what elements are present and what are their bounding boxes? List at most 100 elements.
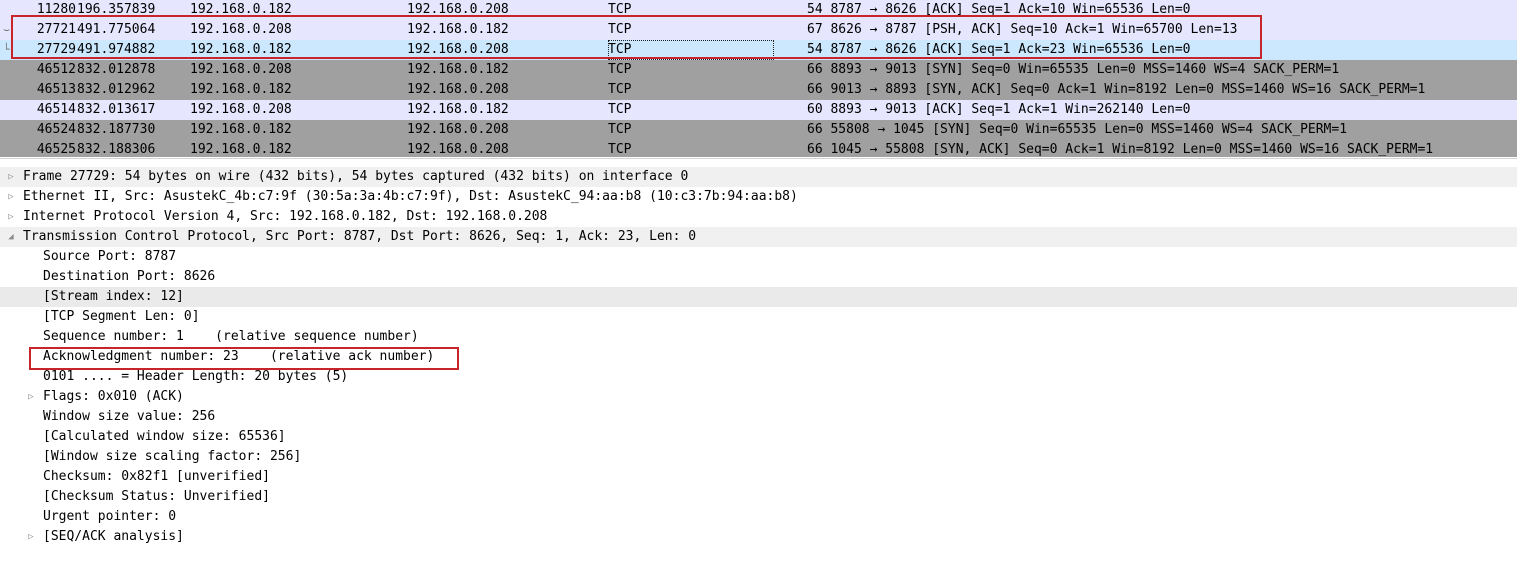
packet-protocol: TCP <box>608 22 632 37</box>
detail-tree-item[interactable]: Window size value: 256 <box>0 407 1517 427</box>
packet-source: 192.168.0.208 <box>190 22 292 37</box>
packet-number: 46514 <box>36 102 76 117</box>
detail-tree-item[interactable]: Acknowledgment number: 23 (relative ack … <box>0 347 1517 367</box>
packet-source: 192.168.0.208 <box>190 102 292 117</box>
packet-destination: 192.168.0.182 <box>407 22 509 37</box>
packet-destination: 192.168.0.182 <box>407 102 509 117</box>
packet-row[interactable]: 46513 832.012962 192.168.0.182 192.168.0.20… <box>0 80 1517 100</box>
packet-time: 832.012878 <box>77 62 156 77</box>
packet-protocol: TCP <box>608 62 632 77</box>
packet-number: 46524 <box>36 122 76 137</box>
detail-tree-item[interactable]: Source Port: 8787 <box>0 247 1517 267</box>
packet-destination: 192.168.0.208 <box>407 82 509 97</box>
tree-collapsed-icon[interactable]: ▷ <box>4 207 18 227</box>
packet-protocol: TCP <box>608 2 632 17</box>
detail-tree-item[interactable]: ▷ Ethernet II, Src: AsustekC_4b:c7:9f (30… <box>0 187 1517 207</box>
packet-source: 192.168.0.208 <box>190 62 292 77</box>
packet-row[interactable]: 46512 832.012878 192.168.0.208 192.168.0.18… <box>0 60 1517 80</box>
packet-list: 11280 196.357839 192.168.0.182 192.168.0.20… <box>0 0 1517 157</box>
detail-tree-item[interactable]: [Checksum Status: Unverified] <box>0 487 1517 507</box>
detail-tree-item[interactable]: ▷ [SEQ/ACK analysis] <box>0 527 1517 547</box>
packet-source: 192.168.0.182 <box>190 42 292 57</box>
tree-expanded-icon[interactable]: ◢ <box>4 227 18 247</box>
packet-row[interactable]: 46525 832.188306 192.168.0.182 192.168.0.20… <box>0 140 1517 157</box>
packet-row[interactable]: └ 27729 491.974882 192.168.0.182 192.168.0.2… <box>0 40 1517 60</box>
detail-tree-label: [SEQ/ACK analysis] <box>43 529 184 544</box>
detail-tree-item[interactable]: Sequence number: 1 (relative sequence nu… <box>0 327 1517 347</box>
packet-row[interactable]: ⌣ 27721 491.775064 192.168.0.208 192.168.0.1… <box>0 20 1517 40</box>
packet-source: 192.168.0.182 <box>190 122 292 137</box>
detail-tree-label: Flags: 0x010 (ACK) <box>43 389 184 404</box>
detail-tree-item[interactable]: Urgent pointer: 0 <box>0 507 1517 527</box>
packet-time: 832.013617 <box>77 102 156 117</box>
detail-tree-label: [Window size scaling factor: 256] <box>43 449 302 464</box>
packet-source: 192.168.0.182 <box>190 2 292 17</box>
detail-tree-item[interactable]: [TCP Segment Len: 0] <box>0 307 1517 327</box>
packet-number: 27721 <box>36 22 76 37</box>
packet-row[interactable]: 11280 196.357839 192.168.0.182 192.168.0.20… <box>0 0 1517 20</box>
detail-tree-label: [Stream index: 12] <box>43 289 184 304</box>
packet-info: 66 8893 → 9013 [SYN] Seq=0 Win=65535 Len… <box>807 62 1340 77</box>
packet-time: 832.187730 <box>77 122 156 137</box>
detail-tree-item[interactable]: ▷ Flags: 0x010 (ACK) <box>0 387 1517 407</box>
packet-time: 491.974882 <box>77 42 156 57</box>
packet-row[interactable]: 46524 832.187730 192.168.0.182 192.168.0.20… <box>0 120 1517 140</box>
detail-tree-label: Acknowledgment number: 23 (relative ack … <box>43 349 435 364</box>
tree-collapsed-icon[interactable]: ▷ <box>4 187 18 207</box>
packet-number: 46513 <box>36 82 76 97</box>
packet-time: 832.012962 <box>77 82 156 97</box>
packet-time: 491.775064 <box>77 22 156 37</box>
detail-tree-item[interactable]: ◢ Transmission Control Protocol, Src Port… <box>0 227 1517 247</box>
packet-number: 27729 <box>36 42 76 57</box>
tree-collapsed-icon[interactable]: ▷ <box>24 527 38 547</box>
detail-tree-label: [Checksum Status: Unverified] <box>43 489 270 504</box>
detail-tree-label: Sequence number: 1 (relative sequence nu… <box>43 329 419 344</box>
packet-destination: 192.168.0.182 <box>407 62 509 77</box>
packet-time: 196.357839 <box>77 2 156 17</box>
packet-protocol: TCP <box>608 122 632 137</box>
packet-source: 192.168.0.182 <box>190 82 292 97</box>
packet-number: 11280 <box>36 2 76 17</box>
detail-tree-item[interactable]: ▷ Frame 27729: 54 bytes on wire (432 bits… <box>0 167 1517 187</box>
tree-collapsed-icon[interactable]: ▷ <box>4 167 18 187</box>
detail-tree-label: Internet Protocol Version 4, Src: 192.16… <box>23 209 548 224</box>
packet-protocol: TCP <box>608 102 632 117</box>
detail-tree-label: Source Port: 8787 <box>43 249 177 264</box>
packet-info: 66 55808 → 1045 [SYN] Seq=0 Win=65535 Le… <box>807 122 1348 137</box>
packet-info: 60 8893 → 9013 [ACK] Seq=1 Ack=1 Win=262… <box>807 102 1191 117</box>
detail-tree-label: [Calculated window size: 65536] <box>43 429 286 444</box>
packet-number: 46525 <box>36 142 76 157</box>
packet-details-tree: ▷ Frame 27729: 54 bytes on wire (432 bits… <box>0 167 1517 588</box>
packet-info: 67 8626 → 8787 [PSH, ACK] Seq=10 Ack=1 W… <box>807 22 1238 37</box>
detail-tree-label: Checksum: 0x82f1 [unverified] <box>43 469 270 484</box>
packet-destination: 192.168.0.208 <box>407 142 509 157</box>
tree-collapsed-icon[interactable]: ▷ <box>24 387 38 407</box>
packet-protocol: TCP <box>608 40 774 60</box>
packet-protocol: TCP <box>608 142 632 157</box>
packet-destination: 192.168.0.208 <box>407 42 509 57</box>
detail-tree-item[interactable]: [Stream index: 12] <box>0 287 1517 307</box>
pane-splitter[interactable] <box>0 158 1517 167</box>
detail-tree-item[interactable]: Checksum: 0x82f1 [unverified] <box>0 467 1517 487</box>
packet-row[interactable]: 46514 832.013617 192.168.0.208 192.168.0.18… <box>0 100 1517 120</box>
detail-tree-item[interactable]: [Calculated window size: 65536] <box>0 427 1517 447</box>
detail-tree-label: Urgent pointer: 0 <box>43 509 177 524</box>
detail-tree-label: Ethernet II, Src: AsustekC_4b:c7:9f (30:… <box>23 189 798 204</box>
detail-tree-label: [TCP Segment Len: 0] <box>43 309 200 324</box>
packet-info: 54 8787 → 8626 [ACK] Seq=1 Ack=10 Win=65… <box>807 2 1191 17</box>
packet-time: 832.188306 <box>77 142 156 157</box>
detail-tree-item[interactable]: Destination Port: 8626 <box>0 267 1517 287</box>
detail-tree-label: Frame 27729: 54 bytes on wire (432 bits)… <box>23 169 689 184</box>
packet-info: 66 1045 → 55808 [SYN, ACK] Seq=0 Ack=1 W… <box>807 142 1434 157</box>
detail-tree-label: 0101 .... = Header Length: 20 bytes (5) <box>43 369 349 384</box>
packet-destination: 192.168.0.208 <box>407 122 509 137</box>
detail-tree-label: Transmission Control Protocol, Src Port:… <box>23 229 697 244</box>
packet-info: 66 9013 → 8893 [SYN, ACK] Seq=0 Ack=1 Wi… <box>807 82 1426 97</box>
detail-tree-item[interactable]: 0101 .... = Header Length: 20 bytes (5) <box>0 367 1517 387</box>
detail-tree-item[interactable]: ▷ Internet Protocol Version 4, Src: 192.1… <box>0 207 1517 227</box>
packet-info: 54 8787 → 8626 [ACK] Seq=1 Ack=23 Win=65… <box>807 42 1191 57</box>
detail-tree-label: Window size value: 256 <box>43 409 216 424</box>
packet-protocol: TCP <box>608 82 632 97</box>
detail-tree-item[interactable]: [Window size scaling factor: 256] <box>0 447 1517 467</box>
packet-destination: 192.168.0.208 <box>407 2 509 17</box>
